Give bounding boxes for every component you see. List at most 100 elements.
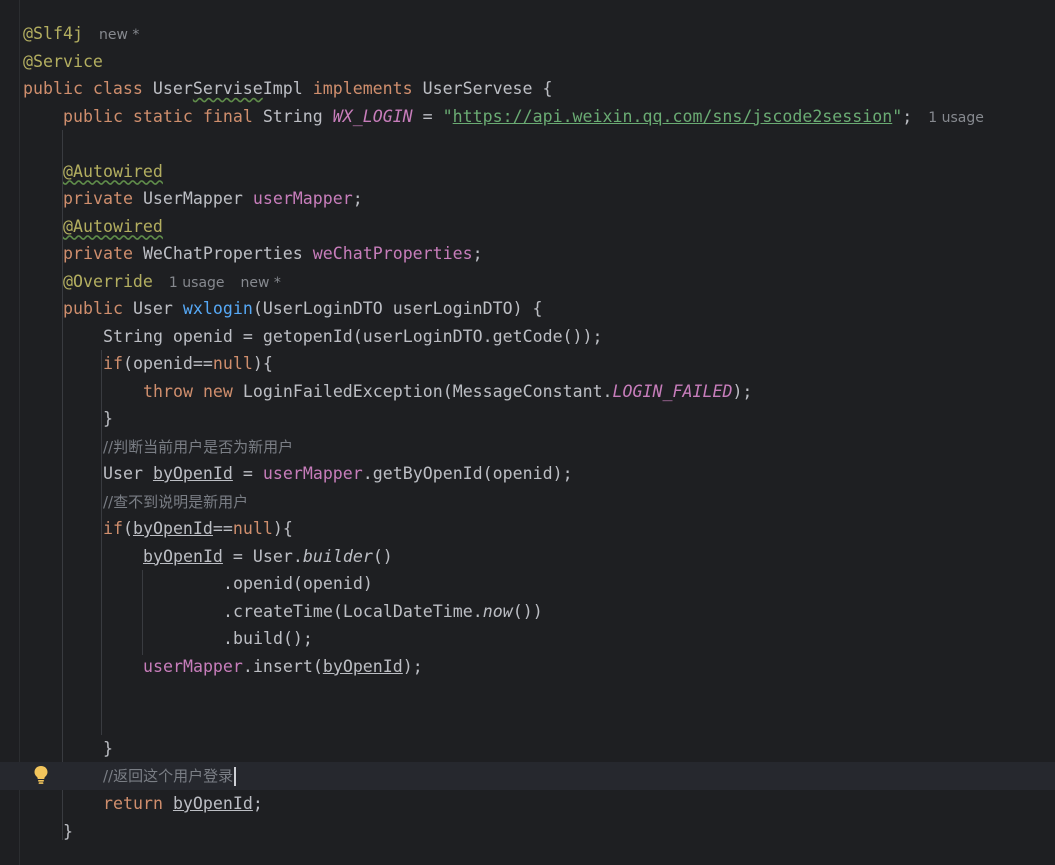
code-line[interactable]: byOpenId = User.builder(): [0, 543, 1055, 571]
code-line[interactable]: .createTime(LocalDateTime.now()): [0, 598, 1055, 626]
field-name: userMapper: [252, 189, 353, 208]
code-line[interactable]: private WeChatProperties weChatPropertie…: [0, 240, 1055, 268]
static-method: builder: [302, 546, 373, 566]
keyword: return: [103, 794, 173, 813]
statement: = User.: [222, 546, 303, 566]
keyword: implements: [302, 79, 423, 98]
method-call: .insert(: [242, 656, 323, 676]
string-quote: ": [892, 106, 903, 126]
code-line[interactable]: userMapper.insert(byOpenId);: [0, 653, 1055, 681]
type-name: User: [132, 299, 183, 318]
comment: //查不到说明是新用户: [103, 492, 249, 511]
code-line[interactable]: private UserMapper userMapper;: [0, 185, 1055, 213]
code-line[interactable]: .openid(openid): [0, 570, 1055, 598]
variable-name: byOpenId: [152, 464, 233, 483]
type-name: String: [262, 106, 333, 126]
code-line[interactable]: public User wxlogin(UserLoginDTO userLog…: [0, 295, 1055, 323]
comment: //返回这个用户登录: [103, 767, 234, 785]
text-caret: [234, 767, 237, 786]
inlay-hint-usage[interactable]: 1 usage: [928, 110, 984, 126]
inlay-hint-new[interactable]: new *: [99, 27, 139, 43]
brace: }: [63, 821, 73, 841]
semicolon: ;: [352, 189, 363, 208]
operator: =: [412, 106, 443, 126]
code-line[interactable]: public class UserServiseImpl implements …: [0, 75, 1055, 103]
annotation-service: @Service: [23, 51, 103, 71]
code-line[interactable]: public static final String WX_LOGIN = "h…: [0, 103, 1055, 131]
type-name: UserMapper: [142, 189, 253, 208]
statement: LoginFailedException(MessageConstant.: [242, 381, 613, 401]
builder-call: .build();: [223, 629, 313, 648]
code-line[interactable]: //查不到说明是新用户: [0, 488, 1055, 516]
inlay-hint-new[interactable]: new *: [241, 275, 281, 291]
semicolon: ;: [902, 106, 913, 126]
keyword-null: null: [212, 354, 253, 373]
brace: ){: [252, 354, 273, 373]
class-name-typo[interactable]: Servise: [193, 79, 263, 98]
keyword: throw new: [143, 381, 243, 401]
annotation-slf4j: @Slf4j: [23, 24, 83, 43]
brace: }: [103, 739, 113, 758]
keyword: if: [103, 354, 123, 373]
type-name: WeChatProperties: [142, 244, 313, 263]
brace: }: [103, 409, 113, 428]
operator: =: [232, 464, 263, 483]
code-line[interactable]: if(openid==null){: [0, 350, 1055, 378]
inlay-hint-usage[interactable]: 1 usage: [169, 275, 225, 291]
code-line[interactable]: return byOpenId;: [0, 790, 1055, 818]
variable-name: byOpenId: [322, 656, 403, 676]
code-line[interactable]: @Autowired: [0, 213, 1055, 241]
annotation-autowired[interactable]: @Autowired: [63, 217, 163, 236]
comment: //判断当前用户是否为新用户: [103, 437, 294, 456]
code-line[interactable]: @Autowired: [0, 158, 1055, 186]
url-link[interactable]: https://api.weixin.qq.com/sns/jscode2ses…: [453, 107, 893, 126]
field-name: userMapper: [143, 656, 243, 676]
method-name[interactable]: wxlogin: [183, 299, 253, 318]
field-name: weChatProperties: [312, 244, 473, 263]
field-name: userMapper: [262, 464, 363, 483]
code-line[interactable]: throw new LoginFailedException(MessageCo…: [0, 378, 1055, 406]
condition: (openid==: [122, 354, 213, 373]
code-line-current[interactable]: //返回这个用户登录: [0, 762, 1055, 790]
code-line[interactable]: //判断当前用户是否为新用户: [0, 433, 1055, 461]
builder-call: .openid(openid): [223, 574, 373, 593]
interface-name: UserServese {: [422, 79, 553, 98]
brace: ){: [272, 519, 293, 538]
variable-name: byOpenId: [132, 519, 213, 538]
paren: ()): [512, 601, 543, 621]
paren: (): [372, 546, 393, 566]
builder-call: .createTime(LocalDateTime.: [223, 601, 483, 621]
method-params: (UserLoginDTO userLoginDTO) {: [252, 299, 543, 318]
code-line[interactable]: @Service: [0, 48, 1055, 76]
code-line[interactable]: String openid = getopenId(userLoginDTO.g…: [0, 323, 1055, 351]
code-editor[interactable]: @Slf4j new * @Service public class UserSe…: [0, 0, 1055, 865]
paren: (: [122, 519, 133, 538]
keyword: public static final: [63, 106, 263, 126]
annotation-override: @Override: [63, 271, 153, 291]
keyword: public class: [23, 79, 153, 98]
code-line[interactable]: }: [0, 818, 1055, 846]
semicolon: ;: [472, 244, 483, 263]
operator: ==: [212, 519, 233, 538]
code-line[interactable]: @Slf4j new *: [0, 20, 1055, 48]
code-line[interactable]: .build();: [0, 625, 1055, 653]
variable-name: byOpenId: [143, 546, 223, 566]
semicolon: ;: [252, 794, 263, 813]
statement-end: );: [402, 656, 423, 676]
keyword-null: null: [232, 519, 273, 538]
code-line[interactable]: if(byOpenId==null){: [0, 515, 1055, 543]
variable-name: byOpenId: [172, 794, 253, 813]
keyword: private: [63, 244, 143, 263]
class-name: User: [152, 79, 193, 98]
lightbulb-icon[interactable]: [33, 765, 49, 785]
statement: String openid = getopenId(userLoginDTO.g…: [103, 326, 603, 346]
static-method: now: [482, 601, 513, 621]
annotation-autowired[interactable]: @Autowired: [63, 162, 163, 181]
code-line[interactable]: @Override 1 usage new *: [0, 268, 1055, 296]
code-line[interactable]: User byOpenId = userMapper.getByOpenId(o…: [0, 460, 1055, 488]
code-line[interactable]: }: [0, 735, 1055, 763]
string-quote: ": [442, 106, 453, 126]
keyword: private: [63, 189, 143, 208]
code-line[interactable]: }: [0, 405, 1055, 433]
keyword: if: [103, 519, 123, 538]
